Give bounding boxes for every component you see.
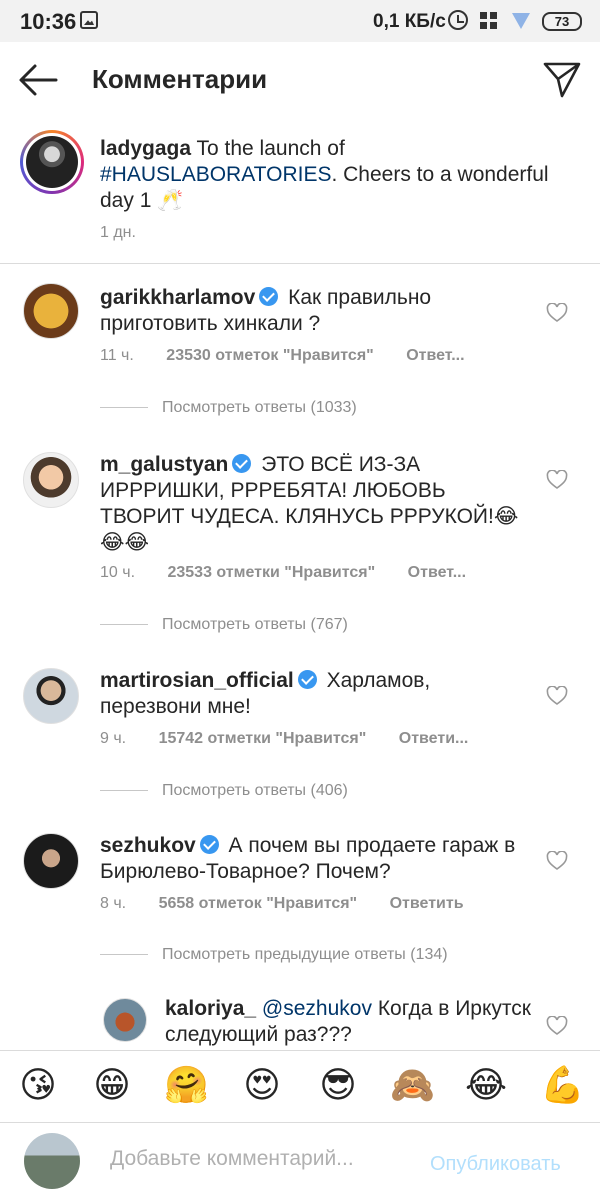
reply-button[interactable]: Ответи... xyxy=(399,730,469,747)
caption-text: ladygaga To the launch of #HAUSLABORATOR… xyxy=(100,136,570,214)
comment-likes[interactable]: 23530 отметок "Нравится" xyxy=(166,347,373,364)
reply-item: kaloriya_ @sezhukov Когда в Иркутск след… xyxy=(0,996,600,1050)
verified-badge-icon xyxy=(232,454,252,473)
emoji-hug[interactable]: 🤗 xyxy=(164,1063,209,1107)
like-heart-icon[interactable] xyxy=(546,1016,568,1036)
emoji-tears-of-joy[interactable]: 😂 xyxy=(464,1063,508,1107)
view-replies-button[interactable]: Посмотреть ответы (767) xyxy=(100,616,348,634)
comment-text: martirosian_official Харламов, перезвони… xyxy=(100,668,520,720)
view-replies-button[interactable]: Посмотреть ответы (1033) xyxy=(100,399,357,417)
image-notification-icon xyxy=(80,11,98,29)
verified-badge-icon xyxy=(259,287,279,306)
publish-button[interactable]: Опубликовать xyxy=(430,1153,561,1176)
emoji-see-no-evil[interactable]: 🙈 xyxy=(390,1063,435,1107)
view-replies-button[interactable]: Посмотреть ответы (406) xyxy=(100,782,348,800)
alarm-icon xyxy=(448,10,468,30)
network-speed: 0,1 КБ/с xyxy=(373,11,446,32)
reply-button[interactable]: Ответить xyxy=(390,895,464,912)
comment-likes[interactable]: 15742 отметки "Нравится" xyxy=(159,730,367,747)
emoji-grin[interactable]: 😁 xyxy=(90,1063,134,1107)
reply-username[interactable]: kaloriya_ xyxy=(165,997,256,1020)
comment-username[interactable]: sezhukov xyxy=(100,834,196,857)
divider-line xyxy=(100,407,148,409)
divider-line xyxy=(100,624,148,626)
reply-avatar[interactable] xyxy=(103,998,147,1042)
comment-text: sezhukov А почем вы продаете гараж в Бир… xyxy=(100,833,520,885)
like-heart-icon[interactable] xyxy=(546,686,568,706)
comment-text: garikkharlamov Как правильно приготовить… xyxy=(100,285,520,337)
emoji-sunglasses[interactable]: 😎 xyxy=(316,1063,360,1107)
view-replies-button[interactable]: Посмотреть предыдущие ответы (134) xyxy=(100,946,448,964)
verified-badge-icon xyxy=(297,670,317,689)
caption-hashtag[interactable]: #HAUSLABORATORIES xyxy=(100,163,331,186)
emoji-kiss[interactable]: 😘 xyxy=(16,1063,60,1107)
emoji-quick-bar: 😘 😁 🤗 😍 😎 🙈 😂 💪 xyxy=(0,1050,600,1122)
comment-avatar[interactable] xyxy=(23,283,79,339)
comment-username[interactable]: m_galustyan xyxy=(100,453,228,476)
comment-avatar[interactable] xyxy=(23,452,79,508)
comment-username[interactable]: martirosian_official xyxy=(100,669,294,692)
page-title: Комментарии xyxy=(92,64,268,94)
app-header: Комментарии xyxy=(0,42,600,118)
reply-button[interactable]: Ответ... xyxy=(408,564,466,581)
verified-badge-icon xyxy=(199,835,219,854)
status-time: 10:36 xyxy=(20,9,77,34)
current-user-avatar xyxy=(24,1133,80,1189)
view-replies-label: Посмотреть ответы (1033) xyxy=(162,399,357,416)
emoji-heart-eyes[interactable]: 😍 xyxy=(240,1063,284,1107)
reply-button[interactable]: Ответ... xyxy=(406,347,464,364)
paper-plane-icon[interactable] xyxy=(542,60,582,98)
caption-body: To the launch of xyxy=(196,137,345,160)
view-replies-label: Посмотреть ответы (406) xyxy=(162,782,348,799)
comment-time: 8 ч. xyxy=(100,895,127,912)
battery-icon: 73 xyxy=(542,12,582,31)
like-heart-icon[interactable] xyxy=(546,470,568,490)
view-replies-label: Посмотреть предыдущие ответы (134) xyxy=(162,946,448,963)
arrow-left-icon[interactable] xyxy=(18,62,58,98)
comment-avatar[interactable] xyxy=(23,668,79,724)
comment-time: 10 ч. xyxy=(100,564,136,581)
divider-line xyxy=(100,790,148,792)
emoji-flexed-bicep[interactable]: 💪 xyxy=(540,1063,585,1107)
reply-text: kaloriya_ @sezhukov Когда в Иркутск след… xyxy=(165,996,535,1048)
wifi-icon xyxy=(512,13,530,29)
comment-meta: 10 ч. 23533 отметки "Нравится" Ответ... xyxy=(100,564,494,582)
comment-time: 9 ч. xyxy=(100,730,127,747)
status-bar: 10:36 0,1 КБ/с 73 xyxy=(0,0,600,42)
comment-composer: Опубликовать xyxy=(0,1122,600,1200)
caption-timestamp: 1 дн. xyxy=(100,224,136,241)
post-caption: ladygaga To the launch of #HAUSLABORATOR… xyxy=(0,128,600,264)
comment-input[interactable] xyxy=(110,1147,410,1171)
comment-meta: 11 ч. 23530 отметок "Нравится" Ответ... xyxy=(100,347,493,365)
caption-username[interactable]: ladygaga xyxy=(100,137,191,160)
caption-avatar[interactable] xyxy=(20,130,84,194)
divider-line xyxy=(100,954,148,956)
signal-grid-icon xyxy=(480,12,498,30)
comment-username[interactable]: garikkharlamov xyxy=(100,286,255,309)
comment-likes[interactable]: 5658 отметок "Нравится" xyxy=(159,895,358,912)
comment-text: m_galustyan ЭТО ВСЁ ИЗ-ЗА ИРРРИШКИ, РРРЕ… xyxy=(100,452,520,556)
comment-likes[interactable]: 23533 отметки "Нравится" xyxy=(167,564,375,581)
reply-mention[interactable]: @sezhukov xyxy=(262,997,372,1020)
view-replies-label: Посмотреть ответы (767) xyxy=(162,616,348,633)
like-heart-icon[interactable] xyxy=(546,303,568,323)
comment-meta: 8 ч. 5658 отметок "Нравится" Ответить xyxy=(100,895,492,913)
comment-time: 11 ч. xyxy=(100,347,134,364)
comment-avatar[interactable] xyxy=(23,833,79,889)
like-heart-icon[interactable] xyxy=(546,851,568,871)
comment-meta: 9 ч. 15742 отметки "Нравится" Ответи... xyxy=(100,730,496,748)
